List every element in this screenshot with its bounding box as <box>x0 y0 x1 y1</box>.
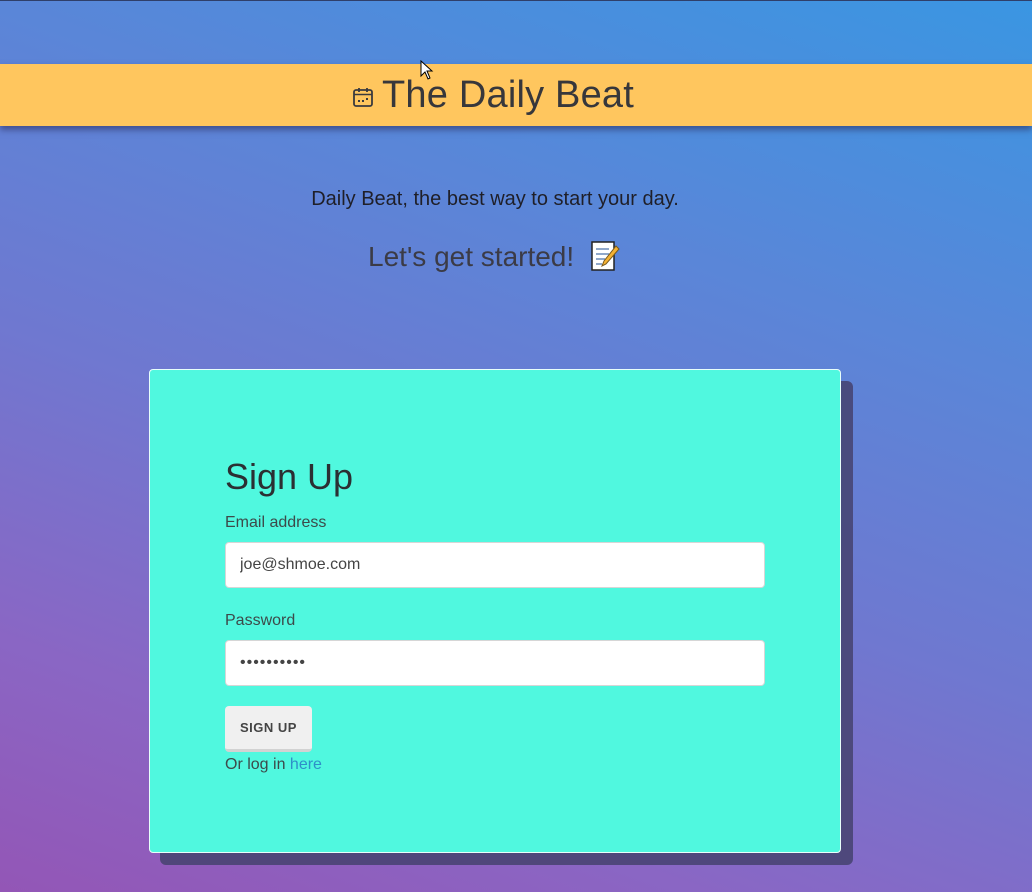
email-field[interactable] <box>225 542 765 588</box>
login-prompt: Or log in here <box>225 756 322 774</box>
get-started-text: Let's get started! <box>368 241 575 272</box>
mouse-cursor-icon <box>420 60 434 80</box>
calendar-icon <box>353 88 373 107</box>
form-title: Sign Up <box>225 456 354 497</box>
signup-card: Sign Up Email address Password SIGN UP O… <box>149 369 841 853</box>
login-prefix: Or log in <box>225 756 286 773</box>
get-started-heading: Let's get started! <box>0 240 988 273</box>
header-banner: The Daily Beat <box>0 64 1032 126</box>
tagline: Daily Beat, the best way to start your d… <box>311 188 679 210</box>
brand-group: The Daily Beat <box>352 72 634 118</box>
password-label: Password <box>225 612 296 629</box>
memo-icon <box>591 241 620 271</box>
sign-up-button[interactable]: SIGN UP <box>225 706 312 752</box>
login-link[interactable]: here <box>290 756 322 773</box>
email-label: Email address <box>225 514 327 531</box>
password-field[interactable] <box>225 640 765 686</box>
top-border <box>0 0 1032 1</box>
